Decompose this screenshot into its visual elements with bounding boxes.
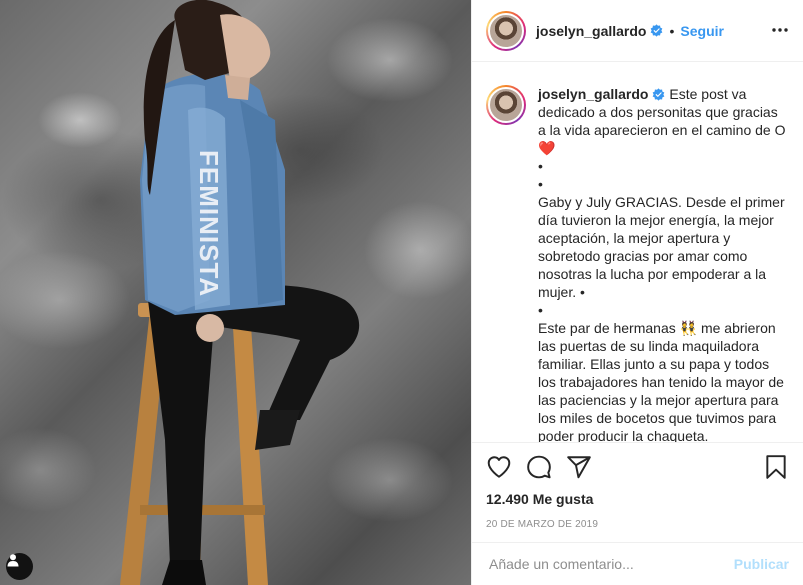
caption-avatar-ring[interactable] xyxy=(486,85,526,125)
caption-avatar[interactable] xyxy=(488,87,524,123)
post-header: joselyn_gallardo • Seguir xyxy=(472,0,803,62)
follow-button[interactable]: Seguir xyxy=(680,23,724,39)
comment-input[interactable] xyxy=(489,556,734,572)
comment-form: Publicar xyxy=(472,542,803,585)
caption-username[interactable]: joselyn_gallardo xyxy=(538,86,648,102)
author-username[interactable]: joselyn_gallardo xyxy=(536,23,646,39)
heart-icon[interactable] xyxy=(486,454,512,480)
action-icons-row xyxy=(486,443,789,491)
post-date: 20 de marzo de 2019 xyxy=(486,519,599,530)
svg-text:FEMINISTA: FEMINISTA xyxy=(194,150,224,297)
denim-jacket: FEMINISTA xyxy=(140,73,285,342)
caption-verified-badge-icon xyxy=(653,88,665,101)
tagged-users-button[interactable] xyxy=(6,553,33,580)
bookmark-icon[interactable] xyxy=(763,454,789,480)
caption-body: joselyn_gallardo Este post va dedicado a… xyxy=(538,85,789,442)
comment-icon[interactable] xyxy=(526,454,552,480)
comments-section[interactable]: joselyn_gallardo Este post va dedicado a… xyxy=(472,63,803,442)
share-icon[interactable] xyxy=(566,454,592,480)
header-separator: • xyxy=(669,22,675,39)
post-actions: 12.490 Me gusta 20 de marzo de 2019 xyxy=(472,442,803,542)
user-icon xyxy=(7,554,19,567)
caption-text: Este post va dedicado a dos personitas q… xyxy=(538,86,786,442)
post-side-panel: joselyn_gallardo • Seguir joselyn_gallar… xyxy=(471,0,803,585)
post-image[interactable]: FEMINISTA xyxy=(0,0,471,585)
author-avatar[interactable] xyxy=(488,12,524,49)
publish-button[interactable]: Publicar xyxy=(734,556,789,572)
likes-count[interactable]: 12.490 Me gusta xyxy=(486,491,789,507)
more-horizontal-icon[interactable] xyxy=(771,21,789,39)
verified-badge-icon xyxy=(651,24,663,37)
post-caption: joselyn_gallardo Este post va dedicado a… xyxy=(486,85,789,442)
post-photo-illustration: FEMINISTA xyxy=(120,0,360,585)
author-avatar-ring[interactable] xyxy=(486,10,526,51)
